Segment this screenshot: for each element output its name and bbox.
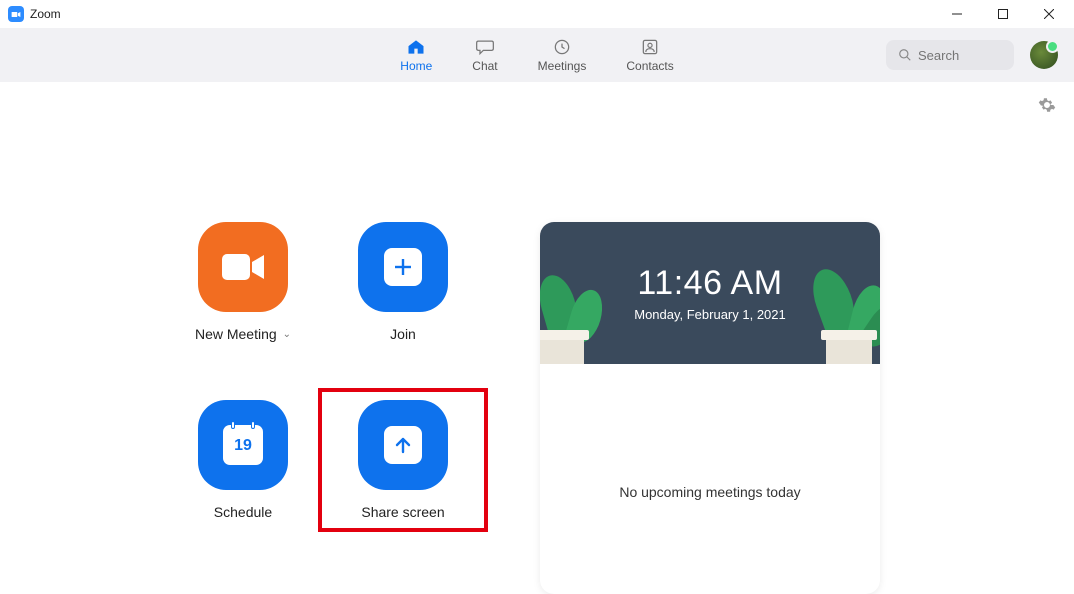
current-date: Monday, February 1, 2021 [634, 307, 786, 322]
schedule-button[interactable]: 19 [198, 400, 288, 490]
search-input[interactable] [918, 48, 998, 63]
video-icon [220, 252, 266, 282]
nav-tabs: Home Chat Meetings Contacts [400, 38, 673, 73]
join-action: Join [328, 222, 478, 342]
maximize-button[interactable] [980, 0, 1026, 28]
tab-meetings-label: Meetings [538, 59, 587, 73]
tab-chat[interactable]: Chat [472, 38, 497, 73]
minimize-button[interactable] [934, 0, 980, 28]
plus-icon [384, 248, 422, 286]
new-meeting-label-row[interactable]: New Meeting ⌄ [195, 326, 291, 342]
plant-decoration-right [812, 254, 880, 364]
no-meetings-text: No upcoming meetings today [619, 484, 800, 500]
new-meeting-button[interactable] [198, 222, 288, 312]
window-title: Zoom [30, 7, 61, 21]
schedule-label: Schedule [214, 504, 272, 520]
schedule-action: 19 Schedule [168, 400, 318, 520]
clock-banner: 11:46 AM Monday, February 1, 2021 [540, 222, 880, 364]
close-button[interactable] [1026, 0, 1072, 28]
share-screen-label: Share screen [361, 504, 444, 520]
window-controls [934, 0, 1072, 28]
home-content: New Meeting ⌄ Join 19 [0, 222, 1074, 520]
join-button[interactable] [358, 222, 448, 312]
chat-icon [475, 38, 495, 56]
action-grid: New Meeting ⌄ Join 19 [168, 222, 478, 520]
tab-contacts[interactable]: Contacts [626, 38, 673, 73]
main-area: New Meeting ⌄ Join 19 [0, 82, 1074, 590]
home-icon [406, 38, 426, 56]
meetings-list-body: No upcoming meetings today [540, 364, 880, 594]
share-screen-action-highlighted: Share screen [318, 388, 488, 532]
tab-contacts-label: Contacts [626, 59, 673, 73]
clock-icon [552, 38, 572, 56]
new-meeting-label: New Meeting [195, 326, 277, 342]
chevron-down-icon: ⌄ [283, 329, 291, 340]
share-screen-button[interactable] [358, 400, 448, 490]
tab-meetings[interactable]: Meetings [538, 38, 587, 73]
calendar-icon: 19 [223, 425, 263, 465]
new-meeting-action: New Meeting ⌄ [168, 222, 318, 342]
calendar-day: 19 [223, 437, 263, 455]
search-icon [898, 48, 912, 62]
tab-chat-label: Chat [472, 59, 497, 73]
today-panel: 11:46 AM Monday, February 1, 2021 No upc… [540, 222, 880, 594]
contacts-icon [640, 38, 660, 56]
top-toolbar: Home Chat Meetings Contacts [0, 28, 1074, 82]
tab-home-label: Home [400, 59, 432, 73]
zoom-app-icon [8, 6, 24, 22]
profile-avatar[interactable] [1030, 41, 1058, 69]
window-titlebar: Zoom [0, 0, 1074, 28]
arrow-up-icon [384, 426, 422, 464]
tab-home[interactable]: Home [400, 38, 432, 73]
join-label: Join [390, 326, 416, 342]
titlebar-left: Zoom [8, 6, 61, 22]
current-time: 11:46 AM [637, 264, 782, 303]
settings-button[interactable] [1038, 96, 1056, 119]
plant-decoration-left [540, 254, 604, 364]
search-box[interactable] [886, 40, 1014, 70]
